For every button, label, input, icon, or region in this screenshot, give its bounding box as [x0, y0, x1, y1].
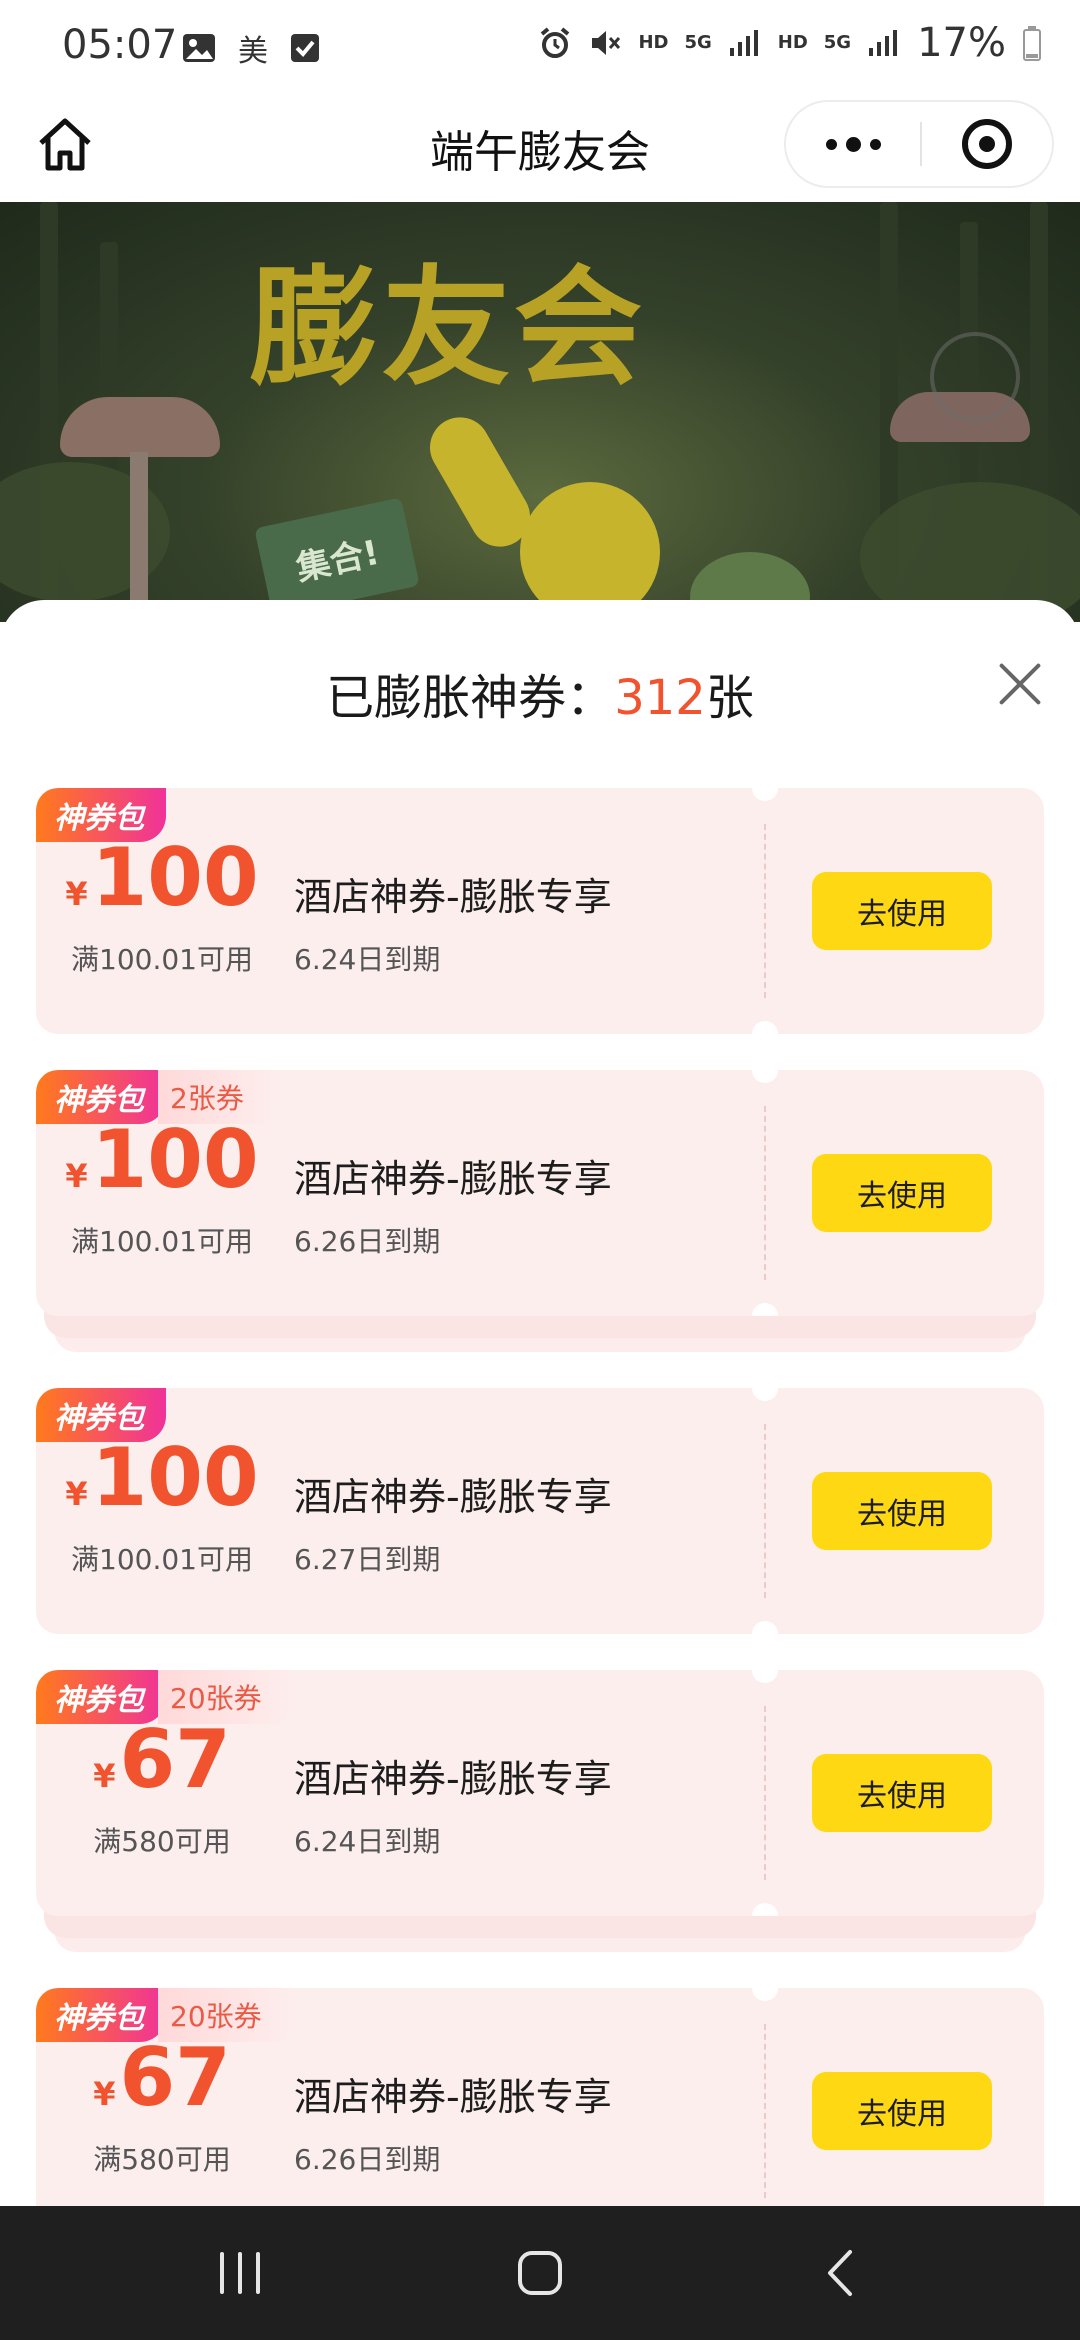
coupon-item: 神券包 2张券 ¥100 满100.01可用 酒店神券-膨胀专享 6.26日到期…: [36, 1070, 1044, 1352]
banner-title: 膨友会: [250, 254, 647, 403]
more-dot-icon: [869, 138, 881, 150]
system-nav-bar: [0, 2206, 1080, 2340]
recent-apps-button[interactable]: [140, 2206, 340, 2340]
use-coupon-button[interactable]: 去使用: [812, 1754, 992, 1832]
coupon-name: 酒店神券-膨胀专享: [294, 2075, 612, 2119]
coupon-condition: 满580可用: [93, 2143, 231, 2176]
use-coupon-button[interactable]: 去使用: [812, 872, 992, 950]
coupon-count: 312: [614, 670, 706, 726]
more-dot-icon: [845, 136, 861, 152]
coupon-name: 酒店神券-膨胀专享: [294, 875, 612, 919]
coupon-price: ¥100: [36, 1120, 288, 1200]
use-coupon-button[interactable]: 去使用: [812, 1154, 992, 1232]
coupon-condition: 满100.01可用: [71, 1543, 253, 1576]
back-button[interactable]: [740, 2206, 940, 2340]
capsule-menu: [784, 100, 1054, 188]
signal-icon: [729, 30, 758, 56]
coupon-amount: 67: [119, 2031, 231, 2124]
coupon-expiry: 6.26日到期: [294, 1225, 441, 1258]
app-notification-char: 美: [238, 34, 268, 69]
coupon-card: 神券包 20张券 ¥67 满580可用 酒店神券-膨胀专享 6.24日到期 去使…: [36, 1670, 1044, 1916]
coupon-price: ¥67: [36, 2038, 288, 2118]
hd-label-2: HD: [777, 32, 808, 53]
checkbox-icon: [291, 34, 319, 62]
coupon-expiry: 6.26日到期: [294, 2143, 441, 2176]
home-square-icon: [518, 2251, 562, 2295]
status-right: HD 5G HD 5G 17%: [538, 20, 1042, 66]
coupon-item: 神券包 ¥100 满100.01可用 酒店神券-膨胀专享 6.24日到期 去使用: [36, 788, 1044, 1034]
sheet-title-prefix: 已膨胀神券：: [326, 670, 615, 726]
mute-icon: [592, 31, 621, 55]
coupon-item: 神券包 ¥100 满100.01可用 酒店神券-膨胀专享 6.27日到期 去使用: [36, 1388, 1044, 1634]
banner-flag: 集合!: [254, 497, 420, 617]
coupon-list: 神券包 ¥100 满100.01可用 酒店神券-膨胀专享 6.24日到期 去使用…: [36, 788, 1044, 2206]
system-home-button[interactable]: [440, 2206, 640, 2340]
target-icon: [962, 119, 1012, 169]
battery-percent: 17%: [917, 20, 1006, 66]
coupon-price: ¥100: [36, 838, 288, 918]
coupon-condition: 满100.01可用: [71, 1225, 253, 1258]
more-button[interactable]: [786, 102, 920, 186]
battery-icon: [1023, 26, 1041, 61]
exit-mini-program-button[interactable]: [922, 102, 1052, 186]
hd-label: HD: [638, 32, 669, 53]
coupon-expiry: 6.24日到期: [294, 1825, 441, 1858]
currency-symbol: ¥: [65, 1475, 88, 1513]
coupon-amount: 100: [91, 1113, 259, 1206]
coupon-condition: 满100.01可用: [71, 943, 253, 976]
coupon-expiry: 6.24日到期: [294, 943, 441, 976]
event-banner: 膨友会 集合!: [0, 202, 1080, 622]
signal-icon-2: [869, 30, 898, 56]
recent-apps-icon: [220, 2252, 260, 2294]
brand-logo-icon: [930, 332, 1020, 422]
currency-symbol: ¥: [65, 875, 88, 913]
close-icon[interactable]: [996, 660, 1044, 708]
use-coupon-button[interactable]: 去使用: [812, 2072, 992, 2150]
coupon-name: 酒店神券-膨胀专享: [294, 1157, 612, 1201]
coupon-card: 神券包 2张券 ¥100 满100.01可用 酒店神券-膨胀专享 6.26日到期…: [36, 1070, 1044, 1316]
status-left-icons: 美: [182, 26, 320, 70]
coupon-sheet: 已膨胀神券：312张 神券包 ¥100 满100.01可用 酒店神券-膨胀专享 …: [0, 600, 1080, 2206]
sheet-title-suffix: 张: [705, 670, 754, 726]
currency-symbol: ¥: [93, 2075, 116, 2113]
coupon-price: ¥100: [36, 1438, 288, 1518]
status-time: 05:07: [62, 22, 178, 68]
coupon-item: 神券包 20张券 ¥67 满580可用 酒店神券-膨胀专享 6.26日到期 去使…: [36, 1988, 1044, 2206]
coupon-amount: 67: [119, 1713, 231, 1806]
5g-label-2: 5G: [823, 32, 852, 53]
5g-label: 5G: [684, 32, 712, 53]
alarm-icon: [541, 27, 570, 58]
coupon-expiry: 6.27日到期: [294, 1543, 441, 1576]
use-coupon-button[interactable]: 去使用: [812, 1472, 992, 1550]
status-bar: 05:07 美 HD 5G HD 5G 17%: [0, 0, 1080, 96]
coupon-amount: 100: [91, 1431, 259, 1524]
coupon-price: ¥67: [36, 1720, 288, 1800]
mini-program-header: 端午膨友会: [0, 96, 1080, 202]
more-dot-icon: [825, 138, 837, 150]
gallery-icon: [183, 34, 215, 62]
back-icon: [828, 2250, 852, 2296]
coupon-name: 酒店神券-膨胀专享: [294, 1757, 612, 1801]
sheet-title: 已膨胀神券：312张: [0, 658, 1080, 728]
coupon-condition: 满580可用: [93, 1825, 231, 1858]
currency-symbol: ¥: [93, 1757, 116, 1795]
coupon-item: 神券包 20张券 ¥67 满580可用 酒店神券-膨胀专享 6.24日到期 去使…: [36, 1670, 1044, 1952]
coupon-name: 酒店神券-膨胀专享: [294, 1475, 612, 1519]
coupon-card: 神券包 ¥100 满100.01可用 酒店神券-膨胀专享 6.27日到期 去使用: [36, 1388, 1044, 1634]
coupon-card: 神券包 ¥100 满100.01可用 酒店神券-膨胀专享 6.24日到期 去使用: [36, 788, 1044, 1034]
currency-symbol: ¥: [65, 1157, 88, 1195]
coupon-amount: 100: [91, 831, 259, 924]
coupon-card: 神券包 20张券 ¥67 满580可用 酒店神券-膨胀专享 6.26日到期 去使…: [36, 1988, 1044, 2206]
